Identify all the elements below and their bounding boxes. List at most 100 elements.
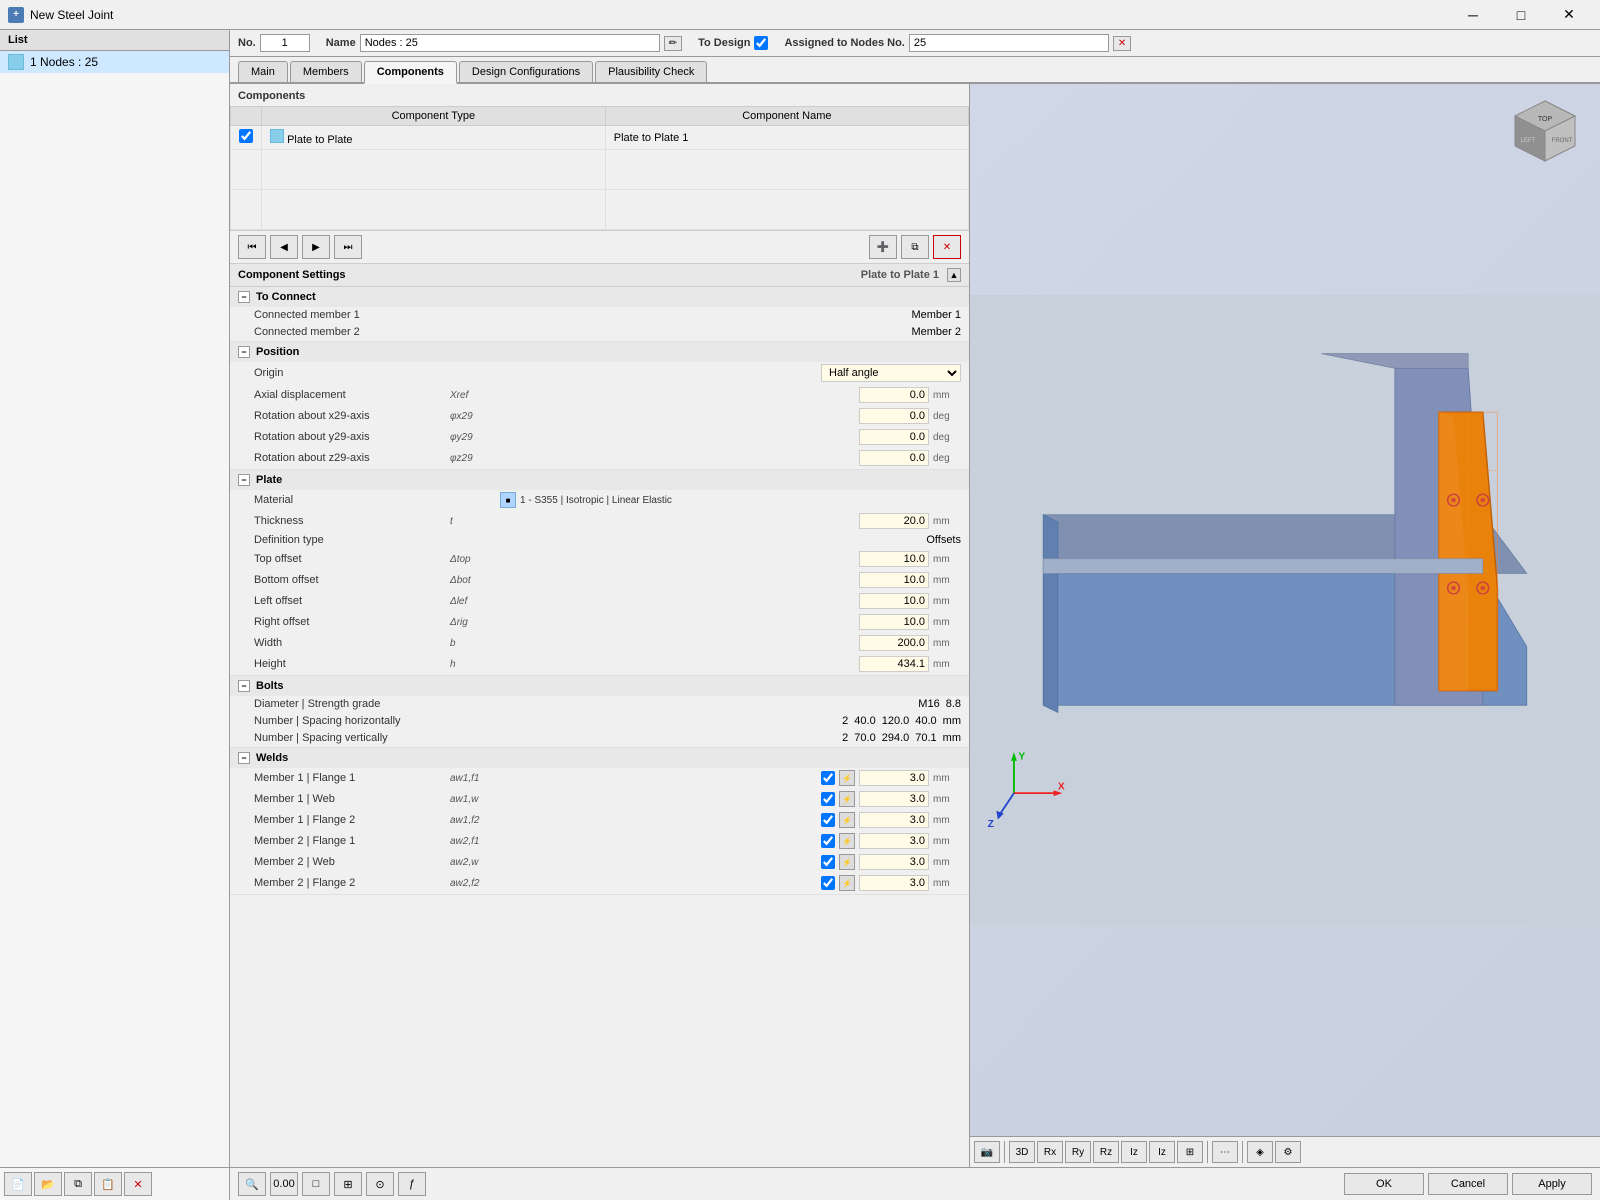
select-btn[interactable]: □: [302, 1172, 330, 1196]
tab-main[interactable]: Main: [238, 61, 288, 82]
lefoffset-input[interactable]: [859, 593, 929, 609]
material-color-btn[interactable]: ■: [500, 492, 516, 508]
first-comp-btn[interactable]: ⏮: [238, 235, 266, 259]
bolt-v-s2: 294.0: [882, 732, 910, 744]
view-more-btn[interactable]: ⋯: [1212, 1141, 1238, 1163]
tab-plausibility[interactable]: Plausibility Check: [595, 61, 707, 82]
roty-input[interactable]: [859, 429, 929, 445]
group-position-header[interactable]: − Position: [230, 342, 969, 362]
name-edit-btn[interactable]: ✏: [664, 36, 682, 51]
weld-m2f1-input[interactable]: [859, 833, 929, 849]
weld-m2w-check[interactable]: [821, 855, 835, 869]
collapse-plate[interactable]: −: [238, 474, 250, 486]
new-list-btn[interactable]: 📄: [4, 1172, 32, 1196]
dup-list-btn[interactable]: ⧉: [64, 1172, 92, 1196]
weld-m1f1-check[interactable]: [821, 771, 835, 785]
collapse-bolts[interactable]: −: [238, 680, 250, 692]
add-comp-btn[interactable]: ➕: [869, 235, 897, 259]
view-rz-btn[interactable]: Rz: [1093, 1141, 1119, 1163]
view-iz2-btn[interactable]: Iz: [1149, 1141, 1175, 1163]
group-to-connect-header[interactable]: − To Connect: [230, 287, 969, 307]
cs-header: Component Settings Plate to Plate 1 ▲: [230, 264, 969, 287]
weld-m1w-check[interactable]: [821, 792, 835, 806]
collapse-welds[interactable]: −: [238, 752, 250, 764]
open-list-btn[interactable]: 📂: [34, 1172, 62, 1196]
weld-m1w-unit: mm: [933, 794, 961, 805]
view-screenshot-btn[interactable]: 📷: [974, 1141, 1000, 1163]
view-3d-btn[interactable]: 3D: [1009, 1141, 1035, 1163]
minimize-btn[interactable]: ─: [1450, 0, 1496, 30]
apply-btn[interactable]: Apply: [1512, 1173, 1592, 1195]
component-row[interactable]: Plate to Plate Plate to Plate 1: [231, 126, 969, 150]
tabs: Main Members Components Design Configura…: [230, 57, 1600, 84]
cs-scroll-up[interactable]: ▲: [947, 268, 961, 282]
assigned-edit-btn[interactable]: ✕: [1113, 36, 1131, 51]
view-settings-btn[interactable]: ⚙: [1275, 1141, 1301, 1163]
coord-btn[interactable]: 0.00: [270, 1172, 298, 1196]
close-btn[interactable]: ✕: [1546, 0, 1592, 30]
cancel-btn[interactable]: Cancel: [1428, 1173, 1508, 1195]
view-mode-btn[interactable]: ⊞: [1177, 1141, 1203, 1163]
view-ry-btn[interactable]: Ry: [1065, 1141, 1091, 1163]
paste-list-btn[interactable]: 📋: [94, 1172, 122, 1196]
axial-input[interactable]: [859, 387, 929, 403]
last-comp-btn[interactable]: ⏭: [334, 235, 362, 259]
origin-combo[interactable]: Half angle: [821, 364, 961, 382]
roty-label: Rotation about y29-axis: [230, 431, 450, 443]
topoffset-input[interactable]: [859, 551, 929, 567]
search-bottom-btn[interactable]: 🔍: [238, 1172, 266, 1196]
view-canvas[interactable]: Y X Z: [970, 84, 1600, 1136]
weld-m1f2-input[interactable]: [859, 812, 929, 828]
weld-m1f2-check[interactable]: [821, 813, 835, 827]
assigned-field: Assigned to Nodes No. ✕: [784, 34, 1131, 52]
weld-m1w-input[interactable]: [859, 791, 929, 807]
tab-members[interactable]: Members: [290, 61, 362, 82]
cs-row-rotx: Rotation about x29-axis φx29 deg: [230, 406, 969, 427]
view-iz-btn[interactable]: Iz: [1121, 1141, 1147, 1163]
rigoffset-sym: Δrig: [450, 617, 500, 628]
list-item[interactable]: 1 Nodes : 25: [0, 51, 229, 73]
next-comp-btn[interactable]: ▶: [302, 235, 330, 259]
collapse-position[interactable]: −: [238, 346, 250, 358]
botoffset-input[interactable]: [859, 572, 929, 588]
weld-m2f1-check[interactable]: [821, 834, 835, 848]
tab-design-config[interactable]: Design Configurations: [459, 61, 593, 82]
snap-btn[interactable]: ⊙: [366, 1172, 394, 1196]
tab-components[interactable]: Components: [364, 61, 457, 84]
bolt-vert-value: 2 70.0 294.0 70.1 mm: [500, 732, 969, 744]
assigned-input[interactable]: [909, 34, 1109, 52]
height-input[interactable]: [859, 656, 929, 672]
del-comp-btn[interactable]: ✕: [933, 235, 961, 259]
weld-m2w-input[interactable]: [859, 854, 929, 870]
thickness-input[interactable]: [859, 513, 929, 529]
collapse-to-connect[interactable]: −: [238, 291, 250, 303]
group-welds-header[interactable]: − Welds: [230, 748, 969, 768]
3d-cube-navigator[interactable]: TOP LEFT FRONT: [1510, 96, 1580, 166]
deftype-value-text: Offsets: [926, 534, 961, 546]
comp-row-checkbox[interactable]: [239, 129, 253, 143]
view-render-btn[interactable]: ◈: [1247, 1141, 1273, 1163]
name-input[interactable]: [360, 34, 660, 52]
comp-settings: Component Settings Plate to Plate 1 ▲ − …: [230, 264, 969, 1167]
view-rx-btn[interactable]: Rx: [1037, 1141, 1063, 1163]
rigoffset-input[interactable]: [859, 614, 929, 630]
width-input[interactable]: [859, 635, 929, 651]
group-plate-header[interactable]: − Plate: [230, 470, 969, 490]
grid-btn[interactable]: ⊞: [334, 1172, 362, 1196]
to-design-checkbox[interactable]: [754, 36, 768, 50]
weld-m2f2-input[interactable]: [859, 875, 929, 891]
components-section-title: Components: [230, 84, 969, 106]
del-list-btn[interactable]: ✕: [124, 1172, 152, 1196]
ok-btn[interactable]: OK: [1344, 1173, 1424, 1195]
group-bolts-header[interactable]: − Bolts: [230, 676, 969, 696]
prev-comp-btn[interactable]: ◀: [270, 235, 298, 259]
window-controls: ─ □ ✕: [1450, 0, 1592, 30]
dup-comp-btn[interactable]: ⧉: [901, 235, 929, 259]
maximize-btn[interactable]: □: [1498, 0, 1544, 30]
weld-m1f1-input[interactable]: [859, 770, 929, 786]
no-input[interactable]: [260, 34, 310, 52]
rotz-input[interactable]: [859, 450, 929, 466]
weld-m2f2-check[interactable]: [821, 876, 835, 890]
rotx-input[interactable]: [859, 408, 929, 424]
func-btn[interactable]: ƒ: [398, 1172, 426, 1196]
